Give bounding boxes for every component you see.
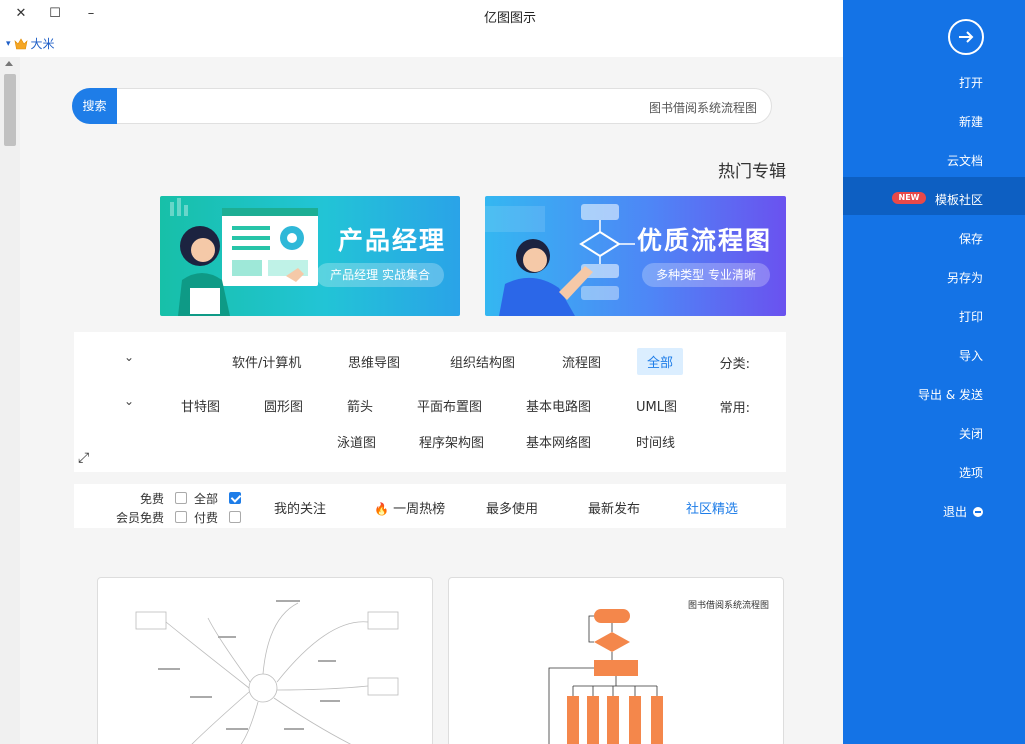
common-floor-plan[interactable]: 平面布置图 [407,392,492,419]
crown-icon [14,37,28,49]
tab-following[interactable]: 我的关注 [274,498,326,517]
filter-paid-label: 付费 [194,511,219,525]
vertical-scrollbar[interactable] [0,57,20,744]
close-window-button[interactable]: ✕ [12,5,30,23]
user-name: 大米 [30,37,55,51]
tab-weekly-hot-label: 一周热榜 [393,502,446,517]
sidebar-item-new[interactable]: 新建 [959,113,983,130]
back-button[interactable] [948,19,984,55]
template-card[interactable] [97,577,433,744]
search-input[interactable]: 图书借阅系统流程图 [649,99,757,116]
user-bar: ▾ 大米 [0,30,843,57]
user-menu[interactable]: ▾ 大米 [6,35,55,52]
exit-icon [973,507,983,517]
sidebar-item-export-send[interactable]: 导出 & 发送 [918,386,983,403]
hot-topics-title: 热门专辑 [718,162,786,182]
sidebar-item-exit[interactable]: 退出 [943,503,983,520]
filter-free-label: 免费 [140,492,165,506]
maximize-window-button[interactable]: ☐ [46,5,64,23]
sidebar-item-save[interactable]: 保存 [959,230,983,247]
template-title: 图书借阅系统流程图 [687,601,769,611]
common-arrow[interactable]: 箭头 [337,392,383,419]
common-timeline[interactable]: 时间线 [626,428,685,455]
filter-member-free-label: 会员免费 [116,511,165,525]
filter-panel: 分类: 全部 流程图 组织结构图 思维导图 软件/计算机 ⌄ 常用: UML图 … [74,332,786,472]
category-org-chart[interactable]: 组织结构图 [440,348,525,375]
chevron-down-icon[interactable]: ⌄ [124,350,134,364]
common-circuit[interactable]: 基本电路图 [516,392,601,419]
banner-title: 产品经理 [337,226,446,255]
banner-subtitle: 产品经理 实战集合 [316,263,444,287]
search-bar: 搜索 图书借阅系统流程图 [72,88,772,124]
common-label: 常用: [719,401,750,416]
tab-community-picks[interactable]: 社区精选 [686,498,738,517]
exit-label: 退出 [942,505,967,519]
scrollbar-thumb[interactable] [4,74,16,146]
sidebar-item-template-community-label: 模板社区 [934,193,983,207]
arrow-right-icon [959,31,974,43]
tab-latest[interactable]: 最新发布 [588,498,640,517]
common-circle[interactable]: 圆形图 [254,392,313,419]
sidebar-item-cloud-docs[interactable]: 云文档 [947,152,983,169]
sidebar-item-print[interactable]: 打印 [959,308,983,325]
template-card[interactable]: 图书借阅系统流程图 [448,577,784,744]
common-network[interactable]: 基本网络图 [516,428,601,455]
sidebar-item-open[interactable]: 打开 [959,74,983,91]
category-flowchart[interactable]: 流程图 [552,348,611,375]
filter-all-checkbox[interactable] [229,492,241,504]
tab-most-used[interactable]: 最多使用 [486,498,538,517]
filter-paid-checkbox[interactable] [229,511,241,523]
category-label: 分类: [719,357,750,372]
chevron-down-icon[interactable]: ⌄ [124,394,134,408]
common-gantt[interactable]: 甘特图 [171,392,230,419]
common-architecture[interactable]: 程序架构图 [409,428,494,455]
template-thumbnail [135,600,399,744]
tab-weekly-hot[interactable]: 🔥 一周热榜 [374,498,445,517]
filter-free-checkbox[interactable] [175,492,187,504]
banner-flowchart[interactable]: 优质流程图 多种类型 专业清晰 [485,196,786,316]
minimize-window-button[interactable]: – [82,5,100,23]
sort-tabs: 社区精选 最新发布 最多使用 🔥 一周热榜 我的关注 全部 免费 付费 会员免费 [74,484,786,528]
filter-member-free-checkbox[interactable] [175,511,187,523]
scroll-up-arrow-icon[interactable] [5,61,13,66]
chevron-down-icon: ▾ [6,38,11,49]
title-bar: ✕ ☐ – 亿图图示 [0,0,843,30]
category-software[interactable]: 软件/计算机 [222,348,311,375]
template-community-panel: 搜索 图书借阅系统流程图 热门专辑 产品经理 产品经理 实战集合 优质流程图 多… [20,57,843,744]
banner-subtitle: 多种类型 专业清晰 [642,263,770,287]
common-uml[interactable]: UML图 [626,392,687,419]
fire-icon: 🔥 [374,502,389,516]
sidebar-item-options[interactable]: 选项 [959,464,983,481]
new-badge: NEW [892,192,926,204]
sidebar-item-close[interactable]: 关闭 [959,425,983,442]
sidebar-item-save-as[interactable]: 另存为 [947,269,983,286]
category-all[interactable]: 全部 [637,348,684,375]
filter-all-label: 全部 [194,492,219,506]
search-button[interactable]: 搜索 [72,88,117,124]
sidebar-item-import[interactable]: 导入 [959,347,983,364]
banner-product-manager[interactable]: 产品经理 产品经理 实战集合 [160,196,460,316]
file-menu-sidebar: 打开 新建 云文档 NEW 模板社区 保存 另存为 打印 导入 导出 & 发送 … [843,0,1025,744]
expand-icon[interactable]: ⤢ [78,450,89,466]
banner-title: 优质流程图 [636,226,772,255]
common-swimlane[interactable]: 泳道图 [327,428,386,455]
category-mind-map[interactable]: 思维导图 [338,348,410,375]
window-title: 亿图图示 [484,11,537,26]
